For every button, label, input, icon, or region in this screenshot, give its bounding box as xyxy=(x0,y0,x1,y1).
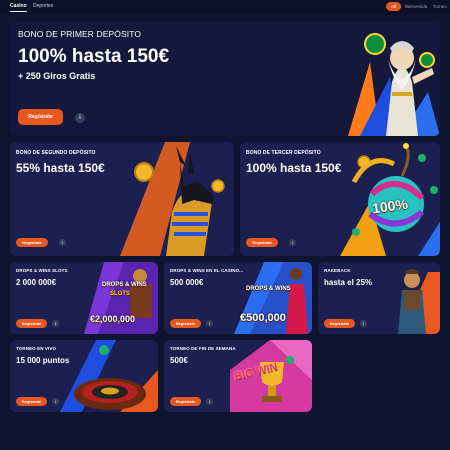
zeus-illustration xyxy=(348,33,440,136)
register-button[interactable]: Regístrate xyxy=(170,397,201,406)
register-button[interactable]: Regístrate xyxy=(324,319,355,328)
promo-card-drops-wins-casino[interactable]: DROPS & WINS €500,000 DROPS & WINS EN EL… xyxy=(164,262,312,334)
filter-torneo[interactable]: Torneo xyxy=(428,2,450,11)
promo-title: 500 000€ xyxy=(170,278,204,287)
art-amount: €500,000 xyxy=(240,312,286,324)
promo-card-rakeback[interactable]: RAKEBACK hasta el 25% Regístrate i xyxy=(318,262,440,334)
tab-deportes[interactable]: Deportes xyxy=(33,3,53,9)
info-icon[interactable]: i xyxy=(52,398,59,405)
filter-all[interactable]: All xyxy=(386,2,402,11)
promo-label: BONO DE TERCER DEPÓSITO xyxy=(246,150,321,156)
roulette-illustration xyxy=(60,340,158,412)
promo-card-third-deposit[interactable]: 100% BONO DE TERCER DEPÓSITO 100% hasta … xyxy=(240,142,440,256)
register-button[interactable]: Regístrate xyxy=(18,109,63,125)
promo-title: 15 000 puntos xyxy=(16,356,70,365)
art-text: DROPS & WINS xyxy=(102,282,147,288)
promo-card-second-deposit[interactable]: BONO DE SEGUNDO DEPÓSITO 55% hasta 150€ … xyxy=(10,142,234,256)
promo-label: BONO DE PRIMER DEPÓSITO xyxy=(18,29,142,39)
tab-casino[interactable]: Casino xyxy=(10,3,27,12)
info-icon[interactable]: i xyxy=(75,113,85,123)
info-icon[interactable]: i xyxy=(206,320,213,327)
anubis-illustration xyxy=(120,142,225,256)
explorer-illustration xyxy=(398,269,440,334)
info-icon[interactable]: i xyxy=(206,398,213,405)
promo-label: BONO DE SEGUNDO DEPÓSITO xyxy=(16,150,96,156)
promo-card-drops-wins-slots[interactable]: DROPS & WINS SLOTS €2,000,000 DROPS & WI… xyxy=(10,262,158,334)
art-text: DROPS & WINS xyxy=(246,286,291,292)
info-icon[interactable]: i xyxy=(52,320,59,327)
promo-title: 100% hasta 150€ xyxy=(18,46,170,67)
info-icon[interactable]: i xyxy=(289,239,296,246)
promo-title: 100% hasta 150€ xyxy=(246,161,342,175)
info-icon[interactable]: i xyxy=(59,239,66,246)
register-button[interactable]: Regístrate xyxy=(16,397,47,406)
promo-label: DROPS & WINS EN EL CASINO... xyxy=(170,268,244,273)
promo-label: RAKEBACK xyxy=(324,268,351,273)
promo-subtitle: + 250 Giros Gratis xyxy=(18,71,96,81)
promo-card-live-tournament[interactable]: TORNEO EN VIVO 15 000 puntos Regístrate … xyxy=(10,340,158,412)
promo-title: hasta el 25% xyxy=(324,278,373,287)
info-icon[interactable]: i xyxy=(360,320,367,327)
art-amount: €2,000,000 xyxy=(90,314,136,324)
register-button[interactable]: Regístrate xyxy=(16,319,47,328)
promo-card-weekend-tournament[interactable]: BIG WIN TORNEO DE FIN DE SEMANA 500€ Reg… xyxy=(164,340,312,412)
promo-label: TORNEO DE FIN DE SEMANA xyxy=(170,346,236,351)
promo-title: 500€ xyxy=(170,356,188,365)
promo-title: 2 000 000€ xyxy=(16,278,57,287)
promo-card-first-deposit[interactable]: BONO DE PRIMER DEPÓSITO 100% hasta 150€ … xyxy=(10,22,440,136)
promo-label: TORNEO EN VIVO xyxy=(16,346,57,351)
art-text: SLOTS xyxy=(110,291,131,297)
promo-title: 55% hasta 150€ xyxy=(16,161,105,175)
top-nav: Casino Deportes All Bienvenida Torneo xyxy=(0,0,450,14)
register-button[interactable]: Regístrate xyxy=(170,319,201,328)
register-button[interactable]: Regístrate xyxy=(16,238,48,247)
promo-label: DROPS & WINS SLOTS xyxy=(16,268,68,273)
register-button[interactable]: Regístrate xyxy=(246,238,278,247)
